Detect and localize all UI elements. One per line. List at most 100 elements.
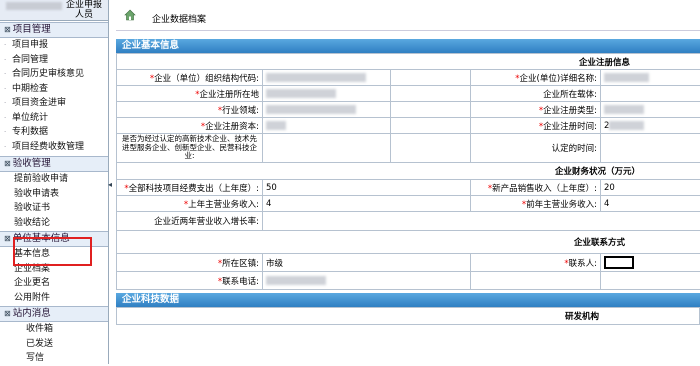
enterprise-form-table: 企业注册信息 *企业（单位）组织结构代码: *企业(单位)详细名称: *企业注册… <box>116 53 700 290</box>
tree-dot-icon: · <box>4 140 12 155</box>
sidebar-item-label: 验收结论 <box>14 218 50 228</box>
contact-field[interactable] <box>601 254 700 272</box>
carrier-field[interactable] <box>601 86 700 102</box>
label-text: 企业近两年营业收入增长率: <box>154 217 259 227</box>
collapse-toggle-icon[interactable]: ⊠ <box>4 159 11 168</box>
reg-time-field[interactable]: 2 <box>601 118 700 134</box>
redacted-value <box>266 276 326 285</box>
sidebar-item-label: 专利数据 <box>12 127 48 137</box>
sidebar-item-attachments[interactable]: 公用附件 <box>0 291 108 306</box>
phone-label: *联系电话: <box>117 272 263 290</box>
empty-cell <box>391 102 471 118</box>
detail-name-field[interactable] <box>601 70 700 86</box>
sidebar-item-label: 写信 <box>26 353 44 363</box>
section-label: 项目管理 <box>13 24 51 35</box>
sidebar-item-fund-review[interactable]: ·项目资金进审 <box>0 96 108 111</box>
contact-label: *联系人: <box>471 254 601 272</box>
new-product-field[interactable]: 20 <box>601 180 700 196</box>
collapse-toggle-icon[interactable]: ⊠ <box>4 25 11 34</box>
section-acceptance[interactable]: ⊠验收管理 <box>0 156 108 172</box>
section-project-management[interactable]: ⊠项目管理 <box>0 22 108 38</box>
reg-place-field[interactable] <box>263 86 391 102</box>
sidebar-item-label: 提前验收申请 <box>14 174 68 184</box>
label-text: 行业领域: <box>222 106 259 116</box>
sidebar-item-acceptance-form[interactable]: 验收申请表 <box>0 187 108 202</box>
sidebar-header: 企业申报人员 <box>0 0 108 21</box>
hightech-field[interactable] <box>263 134 391 163</box>
industry-field[interactable] <box>263 102 391 118</box>
redacted-value <box>604 105 644 114</box>
sidebar-item-early-acceptance[interactable]: 提前验收申请 <box>0 172 108 187</box>
redacted-value <box>604 73 649 82</box>
sidebar: 企业申报人员 ⊠项目管理 ·项目申报 ·合同管理 ·合同历史审核意见 ·中期检查… <box>0 0 109 364</box>
hightech-label: 是否为经过认定的高新技术企业、技术先进型服务企业、创新型企业、民营科技企业: <box>117 134 263 163</box>
section-label: 验收管理 <box>13 158 51 169</box>
last-year-revenue-field[interactable]: 4 <box>263 196 471 212</box>
sidebar-item-compose[interactable]: 写信 <box>0 351 108 366</box>
sidebar-item-label: 收件箱 <box>26 324 53 334</box>
growth-field[interactable] <box>263 212 700 231</box>
finance-header: 企业财务状况（万元） <box>117 163 700 180</box>
redaction-box <box>604 256 634 269</box>
prev-year-revenue-field[interactable]: 4 <box>601 196 700 212</box>
label-text: 联系电话: <box>222 277 259 287</box>
phone-field[interactable] <box>263 272 471 290</box>
growth-label: 企业近两年营业收入增长率: <box>117 212 263 231</box>
highlight-annotation-box <box>13 237 92 266</box>
rd-org-header: 研发机构 <box>117 308 700 325</box>
reg-capital-field[interactable] <box>263 118 391 134</box>
new-product-label: *新产品销售收入（上年度）: <box>471 180 601 196</box>
redacted-value <box>266 89 336 98</box>
label-text: 企业注册时间: <box>543 122 597 132</box>
reg-type-field[interactable] <box>601 102 700 118</box>
sidebar-item-midterm[interactable]: ·中期检查 <box>0 82 108 97</box>
reg-type-label: *企业注册类型: <box>471 102 601 118</box>
sidebar-item-label: 验收证书 <box>14 203 50 213</box>
redacted-value <box>266 73 366 82</box>
redacted-value <box>266 105 356 114</box>
sidebar-item-funds[interactable]: ·项目经费收数管理 <box>0 140 108 155</box>
rd-expense-field[interactable]: 50 <box>263 180 471 196</box>
redacted-value <box>266 121 286 130</box>
label-text: 所在区镇: <box>222 259 259 269</box>
district-label: *所在区镇: <box>117 254 263 272</box>
section-messages[interactable]: ⊠站内消息 <box>0 306 108 322</box>
sidebar-item-patent[interactable]: ·专利数据 <box>0 125 108 140</box>
sidebar-collapse-icon[interactable]: ◂ <box>108 180 114 194</box>
district-field[interactable]: 市级 <box>263 254 471 272</box>
sidebar-item-acceptance-cert[interactable]: 验收证书 <box>0 201 108 216</box>
sidebar-item-label: 验收申请表 <box>14 189 59 199</box>
collapse-toggle-icon[interactable]: ⊠ <box>4 234 11 243</box>
collapse-toggle-icon[interactable]: ⊠ <box>4 309 11 318</box>
tree-dot-icon: · <box>4 67 12 82</box>
rd-expense-label: *全部科技项目经费支出（上年度）: <box>117 180 263 196</box>
sidebar-item-label: 项目资金进审 <box>12 98 66 108</box>
sidebar-item-unit-stats[interactable]: ·单位统计 <box>0 111 108 126</box>
prev-year-revenue-label: *前年主营业务收入: <box>471 196 601 212</box>
last-year-revenue-value: 4 <box>266 199 271 209</box>
reg-capital-label: *企业注册资本: <box>117 118 263 134</box>
sidebar-item-sent[interactable]: 已发送 <box>0 337 108 352</box>
prev-year-revenue-value: 4 <box>604 199 609 209</box>
sidebar-item-inbox[interactable]: 收件箱 <box>0 322 108 337</box>
sidebar-item-rename[interactable]: 企业更名 <box>0 276 108 291</box>
certified-time-field[interactable] <box>601 134 700 163</box>
rd-expense-value: 50 <box>266 183 277 193</box>
label-text: 企业所在载体: <box>543 90 597 100</box>
contact-header: 企业联系方式 <box>117 231 700 254</box>
sidebar-item-contract-history[interactable]: ·合同历史审核意见 <box>0 67 108 82</box>
tree-dot-icon: · <box>4 96 12 111</box>
sidebar-item-project-apply[interactable]: ·项目申报 <box>0 38 108 53</box>
topbar: 企业数据档案 <box>116 0 700 31</box>
sidebar-item-acceptance-result[interactable]: 验收结论 <box>0 216 108 231</box>
sidebar-item-label: 单位统计 <box>12 113 48 123</box>
label-text: 企业（单位）组织结构代码: <box>154 74 259 84</box>
reg-place-label: *企业注册所在地 <box>117 86 263 102</box>
label-text: 是否为经过认定的高新技术企业、技术先进型服务企业、创新型企业、民营科技企业: <box>122 134 257 160</box>
org-code-field[interactable] <box>263 70 391 86</box>
industry-label: *行业领域: <box>117 102 263 118</box>
empty-cell <box>601 272 700 290</box>
tree-dot-icon: · <box>4 111 12 126</box>
sidebar-item-contract[interactable]: ·合同管理 <box>0 53 108 68</box>
certified-time-label: 认定的时间: <box>471 134 601 163</box>
